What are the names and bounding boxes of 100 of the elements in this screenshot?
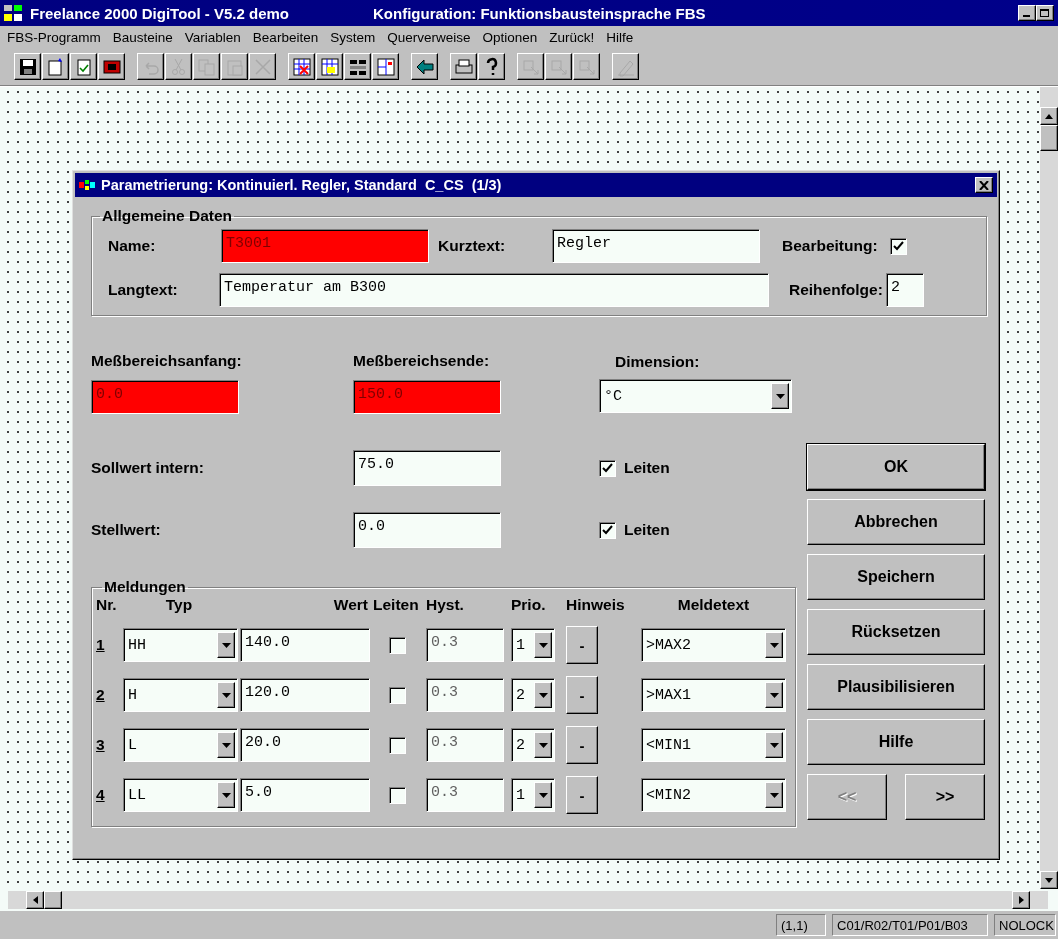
dropdown-arrow-icon	[769, 742, 779, 748]
hysteresis-field[interactable]: 0.3	[426, 678, 504, 712]
dropdown-arrow-icon	[769, 692, 779, 698]
checkbox[interactable]	[388, 736, 406, 754]
field-label: Kurztext:	[437, 237, 507, 255]
left-arrow-icon	[32, 896, 38, 904]
window-subtitle: Konfiguration: Funktionsbausteinsprache FBS	[373, 4, 707, 22]
dropdown-arrow-icon	[221, 692, 231, 698]
dropdown-arrow-icon	[769, 792, 779, 798]
dimension-select[interactable]: °C	[599, 379, 792, 413]
menu-item[interactable]: Querverweise	[382, 29, 478, 45]
toolbar-button[interactable]	[372, 53, 399, 80]
hint-button[interactable]: -	[566, 676, 598, 714]
value-field[interactable]: 120.0	[240, 678, 370, 712]
menu-item[interactable]: Hilfe	[601, 29, 641, 45]
menu-item[interactable]: Bausteine	[107, 29, 180, 45]
dialog-button[interactable]: Rücksetzen	[807, 609, 985, 655]
group-title: Meldungen	[103, 578, 187, 596]
toolbar-button[interactable]	[70, 53, 97, 80]
message-select[interactable]: <MIN1	[641, 728, 786, 762]
toolbar-button[interactable]	[98, 53, 125, 80]
menu-item[interactable]: FBS-Programm	[2, 29, 108, 45]
grid-icon	[319, 56, 340, 77]
type-select[interactable]: H	[123, 678, 238, 712]
field-label: Langtext:	[108, 281, 179, 299]
hysteresis-field[interactable]: 0.3	[426, 778, 504, 812]
horizontal-scrollbar[interactable]	[8, 891, 1048, 909]
value-field[interactable]: 140.0	[240, 628, 370, 662]
close-button[interactable]	[975, 177, 993, 193]
status-field: NOLOCK	[994, 914, 1056, 936]
checkbox[interactable]	[388, 636, 406, 654]
checkbox[interactable]	[388, 786, 406, 804]
column-header: Nr.	[96, 596, 117, 614]
dropdown-arrow-icon	[775, 393, 785, 399]
dropdown-arrow-icon	[221, 742, 231, 748]
column-header: Meldetext	[677, 596, 750, 614]
toolbar-button[interactable]	[411, 53, 438, 80]
dialog-icon	[79, 180, 95, 190]
value-field[interactable]: 0.0	[353, 512, 501, 548]
hint-button[interactable]: -	[566, 626, 598, 664]
short-text-field[interactable]: Regler	[552, 229, 760, 263]
menu-item[interactable]: System	[325, 29, 383, 45]
checkbox[interactable]	[388, 686, 406, 704]
toolbar-button[interactable]	[316, 53, 343, 80]
field-label: Sollwert intern:	[91, 459, 205, 477]
copy-icon	[196, 56, 217, 77]
field-label: Meßbereichsanfang:	[91, 352, 243, 370]
dialog-title: Parametrierung: Kontinuierl. Regler, Standard C_CS (1/3)	[101, 177, 503, 193]
dialog-button[interactable]: Hilfe	[807, 719, 985, 765]
toolbar-button[interactable]	[288, 53, 315, 80]
maximize-button[interactable]	[1036, 5, 1054, 21]
toolbar-button[interactable]	[42, 53, 69, 80]
type-select[interactable]: LL	[123, 778, 238, 812]
nav-button[interactable]: >>	[905, 774, 985, 820]
checkbox[interactable]	[599, 459, 616, 477]
checkbox[interactable]	[599, 521, 616, 539]
dialog-button[interactable]: Speichern	[807, 554, 985, 600]
priority-select[interactable]: 1	[511, 778, 555, 812]
type-select[interactable]: L	[123, 728, 238, 762]
dialog-button[interactable]: Abbrechen	[807, 499, 985, 545]
scroll-thumb[interactable]	[44, 891, 62, 909]
toolbar-button[interactable]	[14, 53, 41, 80]
menu-item[interactable]: Zurück!	[544, 29, 602, 45]
menu-item[interactable]: Bearbeiten	[247, 29, 326, 45]
dialog-button[interactable]: Plausibilisieren	[807, 664, 985, 710]
field-label: Dimension:	[614, 353, 701, 371]
down-arrow-icon	[1045, 877, 1053, 883]
message-select[interactable]: <MIN2	[641, 778, 786, 812]
hint-button[interactable]: -	[566, 726, 598, 764]
message-select[interactable]: >MAX2	[641, 628, 786, 662]
toolbar-button[interactable]	[478, 53, 505, 80]
priority-select[interactable]: 1	[511, 628, 555, 662]
hysteresis-field[interactable]: 0.3	[426, 628, 504, 662]
hysteresis-field[interactable]: 0.3	[426, 728, 504, 762]
value-field[interactable]: 5.0	[240, 778, 370, 812]
order-field[interactable]: 2	[885, 273, 924, 307]
column-header: Leiten	[373, 596, 419, 614]
long-text-field[interactable]: Temperatur am B300	[219, 273, 769, 307]
column-header: Hinweis	[566, 596, 625, 614]
toolbar-button[interactable]	[450, 53, 477, 80]
priority-select[interactable]: 2	[511, 678, 555, 712]
value-field[interactable]: 75.0	[353, 450, 501, 486]
message-select[interactable]: >MAX1	[641, 678, 786, 712]
priority-select[interactable]: 2	[511, 728, 555, 762]
dropdown-arrow-icon	[538, 642, 548, 648]
hint-button[interactable]: -	[566, 776, 598, 814]
vertical-scrollbar[interactable]	[1040, 87, 1058, 889]
menu-item[interactable]: Variablen	[179, 29, 248, 45]
type-select[interactable]: HH	[123, 628, 238, 662]
scroll-thumb[interactable]	[1040, 125, 1058, 151]
dialog-button[interactable]: OK	[807, 444, 985, 490]
minimize-button[interactable]	[1018, 5, 1036, 21]
checkbox[interactable]	[889, 237, 907, 255]
value-field[interactable]: 20.0	[240, 728, 370, 762]
menu-item[interactable]: Optionen	[477, 29, 545, 45]
group-title: Allgemeine Daten	[101, 207, 234, 225]
row-number: 3	[96, 736, 105, 754]
toolbar-button[interactable]	[344, 53, 371, 80]
dropdown-arrow-icon	[769, 642, 779, 648]
dropdown-arrow-icon	[538, 692, 548, 698]
